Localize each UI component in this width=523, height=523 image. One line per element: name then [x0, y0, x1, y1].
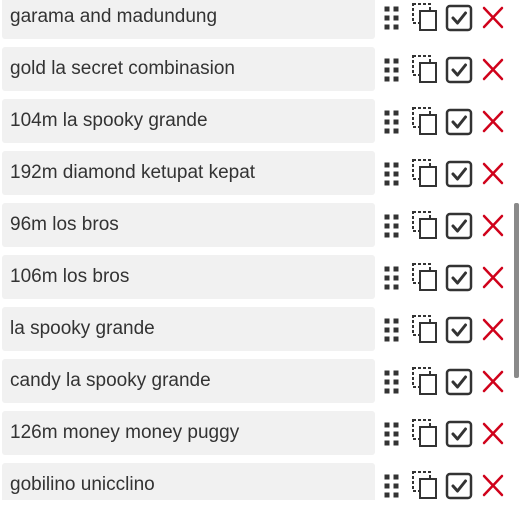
duplicate-icon[interactable]	[410, 0, 440, 41]
drag-handle-icon[interactable]	[382, 411, 402, 457]
item-text-field[interactable]: candy la spooky grande	[2, 359, 375, 403]
drag-handle-icon[interactable]	[382, 99, 402, 145]
duplicate-icon[interactable]	[410, 47, 440, 93]
list-item: la spooky grande	[0, 307, 515, 353]
drag-handle-icon[interactable]	[382, 307, 402, 353]
item-text-field[interactable]: 96m los bros	[2, 203, 375, 247]
delete-icon[interactable]	[479, 203, 507, 249]
checkbox-checked-icon[interactable]	[444, 359, 474, 405]
list-item: 96m los bros	[0, 203, 515, 249]
drag-handle-icon[interactable]	[382, 151, 402, 197]
drag-handle-icon[interactable]	[382, 47, 402, 93]
delete-icon[interactable]	[479, 99, 507, 145]
list-item: 104m la spooky grande	[0, 99, 515, 145]
item-text-field[interactable]: 106m los bros	[2, 255, 375, 299]
item-text-field[interactable]: garama and madundung	[2, 0, 375, 39]
checkbox-checked-icon[interactable]	[444, 47, 474, 93]
delete-icon[interactable]	[479, 307, 507, 353]
checkbox-checked-icon[interactable]	[444, 203, 474, 249]
duplicate-icon[interactable]	[410, 463, 440, 500]
delete-icon[interactable]	[479, 47, 507, 93]
list-item: 126m money money puggy	[0, 411, 515, 457]
list-item: 106m los bros	[0, 255, 515, 301]
list-item: garama and madundung	[0, 0, 515, 41]
checkbox-checked-icon[interactable]	[444, 411, 474, 457]
drag-handle-icon[interactable]	[382, 463, 402, 500]
duplicate-icon[interactable]	[410, 151, 440, 197]
checkbox-checked-icon[interactable]	[444, 307, 474, 353]
item-text-field[interactable]: la spooky grande	[2, 307, 375, 351]
delete-icon[interactable]	[479, 411, 507, 457]
duplicate-icon[interactable]	[410, 307, 440, 353]
checkbox-checked-icon[interactable]	[444, 99, 474, 145]
list-item: gobilino unicclino	[0, 463, 515, 500]
delete-icon[interactable]	[479, 359, 507, 405]
duplicate-icon[interactable]	[410, 359, 440, 405]
delete-icon[interactable]	[479, 463, 507, 500]
checkbox-checked-icon[interactable]	[444, 0, 474, 41]
list-item: candy la spooky grande	[0, 359, 515, 405]
checkbox-checked-icon[interactable]	[444, 463, 474, 500]
drag-handle-icon[interactable]	[382, 203, 402, 249]
list-item: 192m diamond ketupat kepat	[0, 151, 515, 197]
item-text-field[interactable]: 192m diamond ketupat kepat	[2, 151, 375, 195]
duplicate-icon[interactable]	[410, 203, 440, 249]
duplicate-icon[interactable]	[410, 99, 440, 145]
checkbox-checked-icon[interactable]	[444, 255, 474, 301]
drag-handle-icon[interactable]	[382, 255, 402, 301]
item-text-field[interactable]: gobilino unicclino	[2, 463, 375, 500]
duplicate-icon[interactable]	[410, 411, 440, 457]
checkbox-checked-icon[interactable]	[444, 151, 474, 197]
item-text-field[interactable]: 126m money money puggy	[2, 411, 375, 455]
delete-icon[interactable]	[479, 255, 507, 301]
scrollbar-thumb[interactable]	[514, 203, 519, 378]
drag-handle-icon[interactable]	[382, 359, 402, 405]
item-text-field[interactable]: 104m la spooky grande	[2, 99, 375, 143]
duplicate-icon[interactable]	[410, 255, 440, 301]
delete-icon[interactable]	[479, 151, 507, 197]
item-text-field[interactable]: gold la secret combinasion	[2, 47, 375, 91]
list-item: gold la secret combinasion	[0, 47, 515, 93]
delete-icon[interactable]	[479, 0, 507, 41]
item-list: garama and madundung gold la secret combi…	[0, 0, 515, 500]
drag-handle-icon[interactable]	[382, 0, 402, 41]
